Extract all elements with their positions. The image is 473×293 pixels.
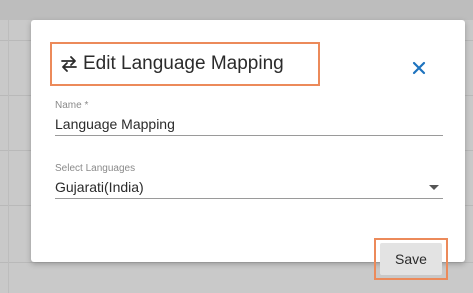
languages-selected-value: Gujarati(India) bbox=[55, 179, 144, 195]
name-field[interactable]: Name * Language Mapping bbox=[55, 100, 443, 136]
close-button[interactable] bbox=[409, 58, 429, 78]
name-field-label: Name * bbox=[55, 100, 89, 111]
languages-select[interactable]: Gujarati(India) bbox=[55, 178, 443, 198]
backdrop-column-divider bbox=[8, 0, 9, 293]
swap-arrows-icon bbox=[59, 54, 79, 74]
dialog-title: Edit Language Mapping bbox=[83, 53, 284, 74]
dialog-header: Edit Language Mapping bbox=[50, 42, 320, 86]
save-button-highlight: Save bbox=[374, 238, 448, 280]
select-languages-field[interactable]: Select Languages Gujarati(India) bbox=[55, 163, 443, 199]
save-button[interactable]: Save bbox=[380, 243, 442, 275]
name-field-underline bbox=[55, 135, 443, 136]
name-input[interactable]: Language Mapping bbox=[55, 115, 443, 135]
backdrop-header bbox=[0, 0, 473, 20]
close-icon bbox=[412, 61, 426, 75]
edit-language-mapping-dialog: Edit Language Mapping Name * Language Ma… bbox=[31, 20, 465, 280]
select-languages-label: Select Languages bbox=[55, 163, 136, 174]
select-languages-underline bbox=[55, 198, 443, 199]
dropdown-caret-icon[interactable] bbox=[429, 185, 439, 190]
